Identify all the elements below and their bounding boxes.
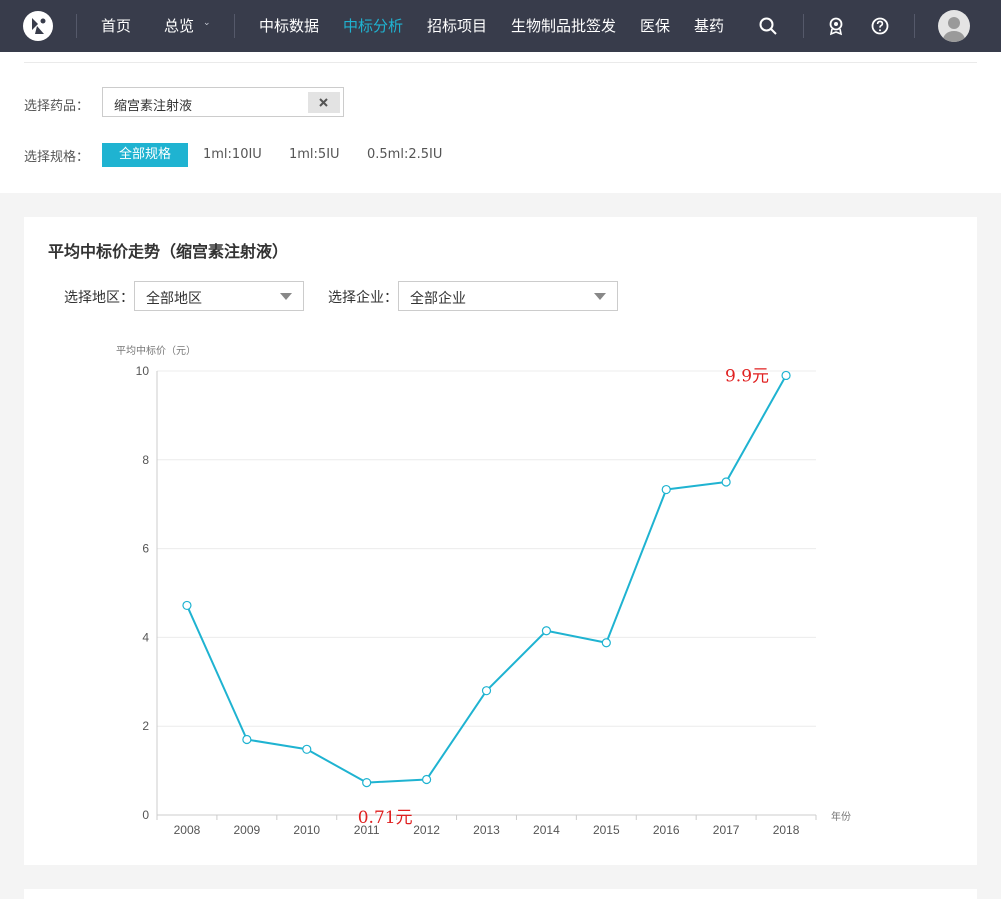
y-tick-label: 0 bbox=[142, 808, 149, 822]
drug-input[interactable]: 缩宫素注射液 bbox=[102, 87, 344, 117]
region-select-label: 选择地区： bbox=[64, 290, 134, 306]
data-point bbox=[781, 370, 791, 381]
award-icon[interactable] bbox=[826, 16, 846, 36]
price-annotation: 9.9元 bbox=[725, 366, 769, 386]
series-line bbox=[186, 374, 787, 784]
nav-divider bbox=[76, 14, 77, 38]
chevron-down-icon[interactable]: ⌄ bbox=[203, 18, 211, 28]
company-select-label: 选择企业： bbox=[328, 290, 398, 306]
spec-option-1ml-5iu[interactable]: 1ml:5IU bbox=[289, 143, 340, 167]
data-point bbox=[302, 744, 312, 754]
data-point bbox=[601, 638, 611, 648]
spec-option-0-5ml-2-5iu[interactable]: 0.5ml:2.5IU bbox=[367, 143, 442, 167]
price-trend-card: 0 2 4 6 8 10 2008 2009 2010 2011 2012 2013 2014 2015 2… bbox=[24, 217, 977, 865]
filter-panel: 选择药品： 缩宫素注射液 选择规格： 全部规格 1ml:10IU 1ml:5IU… bbox=[0, 52, 1001, 193]
nav-divider bbox=[914, 14, 915, 38]
y-tick-label: 8 bbox=[142, 453, 149, 467]
x-tick-label: 2012 bbox=[413, 823, 440, 837]
nav-item-home[interactable]: 首页 bbox=[101, 15, 131, 36]
next-card bbox=[24, 889, 977, 899]
help-icon[interactable] bbox=[870, 16, 890, 36]
price-annotation: 0.71元 bbox=[358, 808, 413, 828]
close-icon bbox=[319, 98, 328, 107]
spec-option-all[interactable]: 全部规格 bbox=[102, 143, 188, 167]
data-point bbox=[182, 600, 192, 611]
nav-item-bid-data[interactable]: 中标数据 bbox=[259, 15, 319, 36]
data-point bbox=[541, 626, 552, 636]
y-tick-label: 10 bbox=[136, 364, 150, 378]
region-select-value: 全部地区 bbox=[146, 291, 202, 307]
nav-item-tender-projects[interactable]: 招标项目 bbox=[427, 15, 487, 36]
x-tick-label: 2014 bbox=[533, 823, 560, 837]
nav-item-essential-drugs[interactable]: 基药 bbox=[694, 15, 724, 36]
company-select-value: 全部企业 bbox=[410, 291, 466, 307]
data-point bbox=[421, 774, 432, 785]
nav-item-overview[interactable]: 总览 bbox=[164, 15, 194, 36]
nav-item-medical-insurance[interactable]: 医保 bbox=[640, 15, 670, 36]
y-axis-title: 平均中标价（元） bbox=[116, 344, 196, 357]
data-point bbox=[242, 734, 252, 745]
y-tick-label: 2 bbox=[142, 719, 149, 733]
top-nav-bar: 首页 总览 ⌄ 中标数据 中标分析 招标项目 生物制品批签发 医保 基药 bbox=[0, 0, 1001, 52]
data-point bbox=[721, 477, 731, 487]
y-tick-label: 6 bbox=[142, 542, 149, 556]
nav-divider bbox=[234, 14, 235, 38]
caret-down-icon bbox=[594, 293, 606, 300]
data-point bbox=[481, 686, 492, 696]
region-select[interactable]: 全部地区 bbox=[134, 281, 304, 311]
x-tick-label: 2016 bbox=[653, 823, 680, 837]
x-tick-label: 2013 bbox=[473, 823, 500, 837]
nav-divider bbox=[803, 14, 804, 38]
nav-item-bid-analysis[interactable]: 中标分析 bbox=[343, 15, 403, 36]
x-tick-label: 2015 bbox=[593, 823, 620, 837]
user-avatar[interactable] bbox=[938, 10, 970, 42]
spec-select-label: 选择规格： bbox=[24, 150, 90, 165]
spec-option-1ml-10iu[interactable]: 1ml:10IU bbox=[203, 143, 262, 167]
drug-input-value: 缩宫素注射液 bbox=[114, 99, 193, 114]
divider bbox=[24, 62, 977, 63]
x-tick-label: 2010 bbox=[293, 823, 320, 837]
card-title: 平均中标价走势（缩宫素注射液） bbox=[48, 242, 289, 261]
x-tick-label: 2017 bbox=[713, 823, 740, 837]
y-tick-label: 4 bbox=[142, 630, 149, 644]
data-point bbox=[362, 777, 372, 788]
drug-select-label: 选择药品： bbox=[24, 99, 90, 114]
price-trend-chart: 02468102008 2009 2010 2011 2012 2013 2014 2015 2… bbox=[116, 344, 851, 837]
company-select[interactable]: 全部企业 bbox=[398, 281, 618, 311]
caret-down-icon bbox=[280, 293, 292, 300]
clear-button[interactable] bbox=[308, 92, 340, 113]
x-tick-label: 2009 bbox=[234, 823, 261, 837]
nav-item-biologics-release[interactable]: 生物制品批签发 bbox=[511, 15, 616, 36]
data-point bbox=[661, 484, 671, 495]
x-tick-label: 2018 bbox=[773, 823, 800, 837]
x-axis-title: 年份 bbox=[831, 810, 851, 823]
logo-icon[interactable] bbox=[23, 11, 53, 41]
search-icon[interactable] bbox=[758, 16, 778, 36]
x-tick-label: 2008 bbox=[174, 823, 201, 837]
